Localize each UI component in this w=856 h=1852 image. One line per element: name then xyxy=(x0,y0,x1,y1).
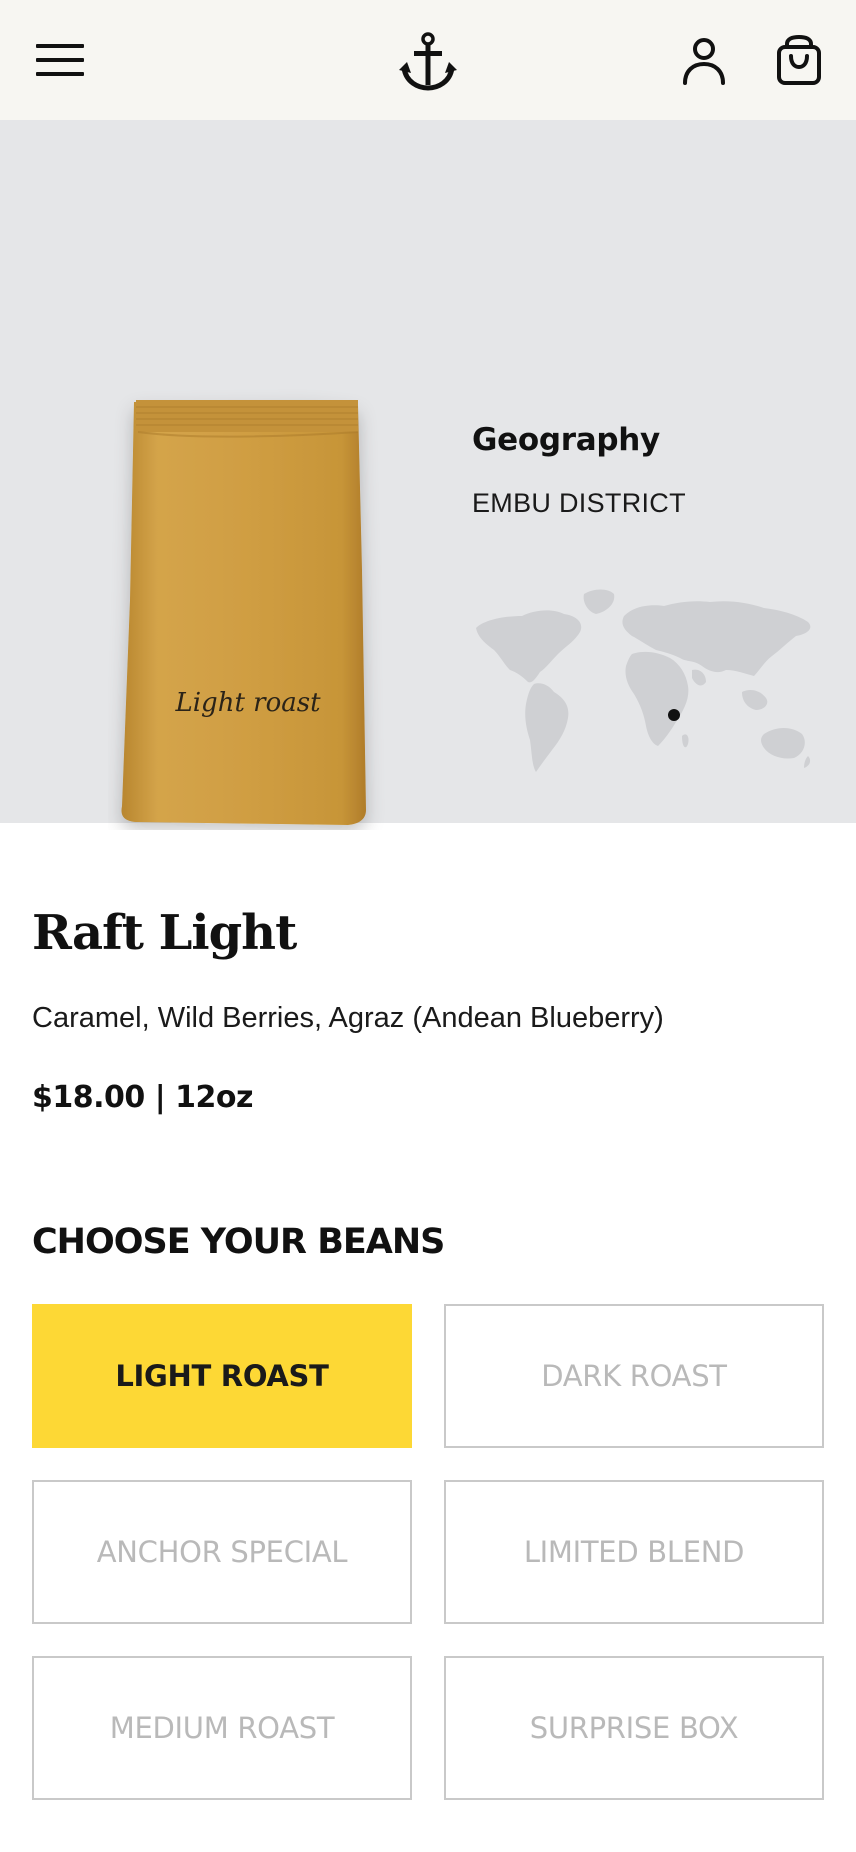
menu-line xyxy=(36,72,84,76)
bean-option-label: LIMITED BLEND xyxy=(523,1535,745,1569)
menu-line xyxy=(36,58,84,62)
geography-value: EMBU DISTRICT xyxy=(472,488,686,518)
origin-location-marker xyxy=(668,709,680,721)
coffee-bag-image: Light roast xyxy=(121,400,366,825)
bean-option-dark-roast[interactable]: DARK ROAST xyxy=(444,1304,824,1448)
menu-line xyxy=(36,44,84,48)
anchor-logo-icon[interactable] xyxy=(398,30,458,92)
price-size-label: $18.00 | 12oz xyxy=(32,1080,253,1115)
world-map-icon xyxy=(476,589,811,772)
user-account-icon[interactable] xyxy=(680,36,728,86)
product-title: Raft Light xyxy=(32,905,297,961)
tasting-notes: Caramel, Wild Berries, Agraz (Andean Blu… xyxy=(32,1002,664,1034)
geography-title: Geography xyxy=(472,422,660,458)
hamburger-menu-icon[interactable] xyxy=(36,42,84,78)
product-hero-section: Light roast Geography EMBU DISTRICT xyxy=(0,120,856,825)
choose-beans-heading: CHOOSE YOUR BEANS xyxy=(32,1222,445,1262)
bean-option-light-roast[interactable]: LIGHT ROAST xyxy=(32,1304,412,1448)
bag-label-text: Light roast xyxy=(174,688,321,718)
shopping-bag-icon[interactable] xyxy=(774,34,824,86)
bean-option-label: LIGHT ROAST xyxy=(115,1359,329,1393)
bean-option-limited-blend[interactable]: LIMITED BLEND xyxy=(444,1480,824,1624)
bean-option-label: DARK ROAST xyxy=(541,1359,727,1393)
bean-option-surprise-box[interactable]: SURPRISE BOX xyxy=(444,1656,824,1800)
bean-option-label: MEDIUM ROAST xyxy=(109,1711,335,1745)
bean-option-label: SURPRISE BOX xyxy=(529,1711,739,1745)
bean-option-medium-roast[interactable]: MEDIUM ROAST xyxy=(32,1656,412,1800)
top-navigation-bar xyxy=(0,0,856,120)
bean-option-anchor-special[interactable]: ANCHOR SPECIAL xyxy=(32,1480,412,1624)
bean-option-label: ANCHOR SPECIAL xyxy=(96,1535,348,1569)
